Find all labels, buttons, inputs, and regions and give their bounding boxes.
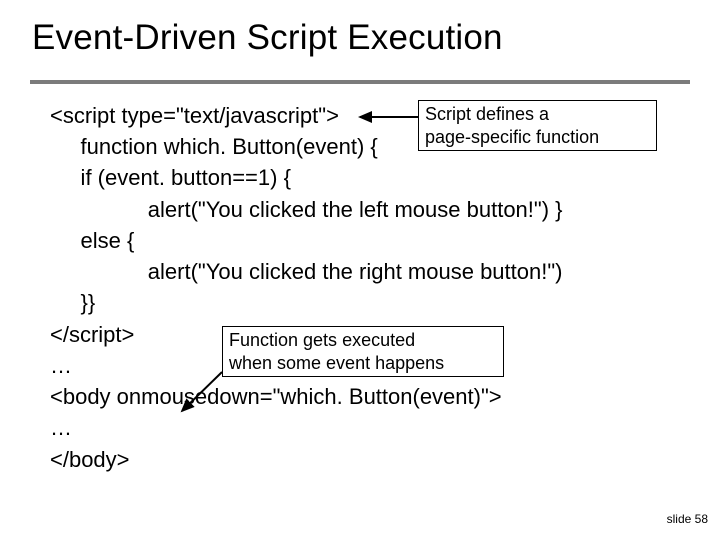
slide: Event-Driven Script Execution <script ty… (0, 0, 720, 540)
code-line-7: }} (50, 287, 670, 318)
callout-line: page-specific function (425, 126, 650, 149)
callout-line: when some event happens (229, 352, 497, 375)
callout-line: Script defines a (425, 103, 650, 126)
code-line-5: else { (50, 225, 670, 256)
code-line-4: alert("You clicked the left mouse button… (50, 194, 670, 225)
code-line-10: <body onmousedown="which. Button(event)"… (50, 381, 670, 412)
callout-script-defines: Script defines a page-specific function (418, 100, 657, 151)
slide-number: slide 58 (667, 512, 708, 526)
code-line-3: if (event. button==1) { (50, 162, 670, 193)
code-block: <script type="text/javascript"> function… (50, 100, 670, 475)
title-underline (30, 80, 690, 84)
callout-line: Function gets executed (229, 329, 497, 352)
slide-title: Event-Driven Script Execution (32, 18, 503, 58)
code-line-6: alert("You clicked the right mouse butto… (50, 256, 670, 287)
code-line-12: </body> (50, 444, 670, 475)
callout-function-executed: Function gets executed when some event h… (222, 326, 504, 377)
code-line-11: … (50, 412, 670, 443)
